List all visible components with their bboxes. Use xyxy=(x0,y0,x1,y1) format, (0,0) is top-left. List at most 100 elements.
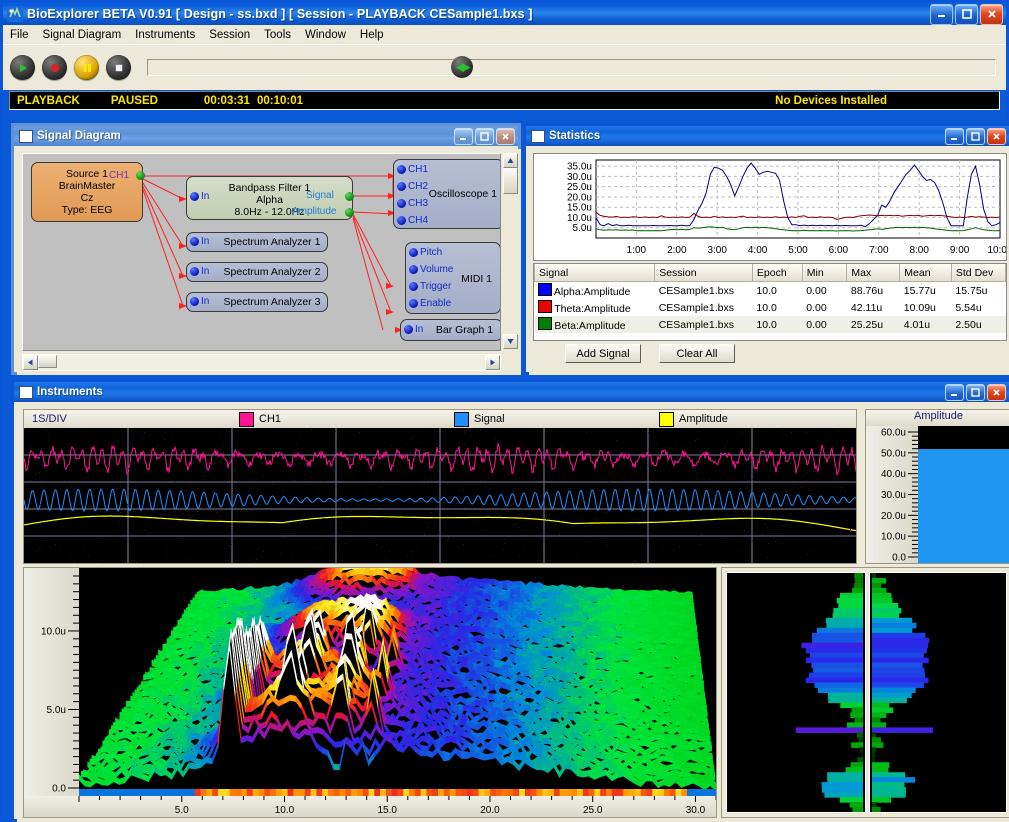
signal-diagram-close-button[interactable] xyxy=(496,127,515,145)
oscilloscope-instrument[interactable]: 1S/DIV CH1 Signal Amplitude xyxy=(23,409,857,564)
legend-ch1[interactable]: CH1 xyxy=(239,411,282,427)
midi-enable-port[interactable] xyxy=(409,299,418,308)
bargraph-instrument[interactable]: Amplitude 60.0u 50.0u 40.0u 30.0u 20.0u 10.0u… xyxy=(865,409,1009,564)
signal-diagram-hscrollbar[interactable] xyxy=(22,354,501,371)
cell-max: 25.25u xyxy=(846,316,900,333)
waterfall-row xyxy=(872,587,887,594)
record-button[interactable] xyxy=(42,55,67,80)
midi-pitch-label: Pitch xyxy=(420,247,443,258)
svg-text:40.0u: 40.0u xyxy=(881,469,906,480)
scroll-left-button[interactable] xyxy=(23,355,38,370)
oscilloscope-ch1-port[interactable] xyxy=(397,165,406,174)
oscilloscope-ch2-port[interactable] xyxy=(397,182,406,191)
statistics-maximize-button[interactable] xyxy=(966,127,985,145)
signal-diagram-vscrollbar[interactable] xyxy=(503,153,518,349)
source-out-port[interactable] xyxy=(136,171,145,180)
statistics-chart[interactable]: 35.0u 30.0u 25.0u 20.0u 15.0u 10.0u 5.0u 1:00 2:… xyxy=(533,153,1007,261)
menu-item-tools[interactable]: Tools xyxy=(257,27,298,43)
statistics-close-button[interactable] xyxy=(987,127,1006,145)
table-row[interactable]: Alpha:Amplitude CESample1.bxs 10.0 0.00 88.7… xyxy=(535,282,1006,300)
statistics-window[interactable]: Statistics 35.0u 30.0u 25.0u 20.0u 15.0u 10.0… xyxy=(523,123,1009,375)
spectrum-analyzer-3-in-port[interactable] xyxy=(190,297,199,306)
midi-volume-port[interactable] xyxy=(409,265,418,274)
scroll-right-button[interactable] xyxy=(485,355,500,370)
add-signal-button[interactable]: Add Signal xyxy=(565,344,641,363)
waterfall-row xyxy=(832,612,863,619)
waterfall-row xyxy=(808,672,863,679)
legend-signal-label: Signal xyxy=(474,413,505,425)
scroll-up-button[interactable] xyxy=(503,153,518,168)
menu-item-help[interactable]: Help xyxy=(353,27,391,43)
bar-graph-in-port[interactable] xyxy=(404,325,413,334)
svg-text:6:00: 6:00 xyxy=(829,245,849,256)
waterfall-row xyxy=(849,802,863,808)
instruments-maximize-button[interactable] xyxy=(966,383,985,401)
oscilloscope-ch3-port[interactable] xyxy=(397,199,406,208)
window-icon xyxy=(19,129,33,143)
midi-pitch-port[interactable] xyxy=(409,248,418,257)
cell-max: 42.11u xyxy=(850,301,883,314)
signal-diagram-window[interactable]: Signal Diagram Source 1 BrainMaster Cz T… xyxy=(11,123,521,375)
play-button[interactable] xyxy=(10,55,35,80)
window-icon xyxy=(19,385,33,399)
waterfall-pane-left[interactable] xyxy=(726,572,866,813)
legend-ch1-label: CH1 xyxy=(259,413,282,425)
scroll-thumb-vertical[interactable] xyxy=(503,168,518,194)
column-stddev[interactable]: Std Dev xyxy=(950,264,1007,282)
column-max[interactable]: Max xyxy=(846,264,901,282)
instruments-minimize-button[interactable] xyxy=(945,383,964,401)
cell-session: CESample1.bxs xyxy=(658,284,734,297)
filter-in-port[interactable] xyxy=(190,192,199,201)
window-controls xyxy=(930,3,1006,25)
oscilloscope-ch4-port[interactable] xyxy=(397,216,406,225)
stop-button[interactable] xyxy=(106,55,131,80)
column-epoch[interactable]: Epoch xyxy=(751,264,803,282)
spectrum-3d-instrument[interactable]: 10.0u 5.0u 0.0 5.0 10.0 15.0 20.0 25.0 30.0 xyxy=(23,567,717,818)
playback-slider-thumb[interactable]: ◀▶ xyxy=(451,56,474,78)
maximize-button[interactable] xyxy=(955,3,978,25)
waterfall-row xyxy=(872,807,881,812)
column-session[interactable]: Session xyxy=(654,264,753,282)
column-mean[interactable]: Mean xyxy=(899,264,952,282)
table-row[interactable]: Theta:Amplitude CESample1.bxs 10.0 0.00 42.1… xyxy=(535,299,1006,316)
svg-text:10:00: 10:00 xyxy=(987,245,1006,256)
pause-button[interactable] xyxy=(74,55,99,80)
waterfall-row xyxy=(827,772,863,778)
spectrum-3d-canvas[interactable] xyxy=(79,568,716,796)
clear-all-button[interactable]: Clear All xyxy=(659,344,735,363)
table-row[interactable]: Beta:Amplitude CESample1.bxs 10.0 0.00 25.25… xyxy=(534,316,1006,333)
column-min[interactable]: Min xyxy=(801,264,848,282)
spectrum-analyzer-2-in-port[interactable] xyxy=(190,267,199,276)
menu-item-signal-diagram[interactable]: Signal Diagram xyxy=(36,27,129,43)
instruments-close-button[interactable] xyxy=(987,383,1006,401)
column-signal[interactable]: Signal xyxy=(533,264,656,282)
statistics-table[interactable]: Signal Session Epoch Min Max Mean Std De… xyxy=(533,263,1007,341)
minimize-button[interactable] xyxy=(930,3,953,25)
signal-diagram-canvas[interactable]: Source 1 BrainMaster Cz Type: EEG CH1 Ba… xyxy=(22,153,501,351)
midi-trigger-port[interactable] xyxy=(409,282,418,291)
signal-diagram-minimize-button[interactable] xyxy=(454,127,473,145)
playback-slider[interactable]: ◀▶ xyxy=(147,56,996,78)
menu-item-session[interactable]: Session xyxy=(202,27,257,43)
close-button[interactable] xyxy=(980,3,1003,25)
spectrum-analyzer-1-in-port[interactable] xyxy=(190,237,199,246)
menu-item-file[interactable]: File xyxy=(3,27,36,43)
filter-out-signal-port[interactable] xyxy=(345,192,354,201)
signal-diagram-maximize-button[interactable] xyxy=(475,127,494,145)
legend-amplitude[interactable]: Amplitude xyxy=(659,411,728,427)
scroll-thumb-horizontal[interactable] xyxy=(38,355,57,368)
waterfall-pane-right[interactable] xyxy=(869,572,1007,813)
menu-item-window[interactable]: Window xyxy=(298,27,353,43)
menu-item-instruments[interactable]: Instruments xyxy=(128,27,202,43)
waterfall-row xyxy=(872,772,906,778)
legend-signal[interactable]: Signal xyxy=(454,411,505,427)
waterfall-row xyxy=(854,573,863,579)
statistics-minimize-button[interactable] xyxy=(945,127,964,145)
filter-out-amplitude-port[interactable] xyxy=(345,208,354,217)
menu-bar: File Signal Diagram Instruments Session … xyxy=(3,25,1006,44)
signal-diagram-titlebar: Signal Diagram xyxy=(14,126,518,146)
instruments-window[interactable]: Instruments 1S/DIV CH1 Signal Amplitude … xyxy=(11,379,1009,822)
oscilloscope-canvas[interactable] xyxy=(24,428,856,563)
scroll-down-button[interactable] xyxy=(503,334,518,349)
waterfall-instrument[interactable] xyxy=(721,567,1009,818)
